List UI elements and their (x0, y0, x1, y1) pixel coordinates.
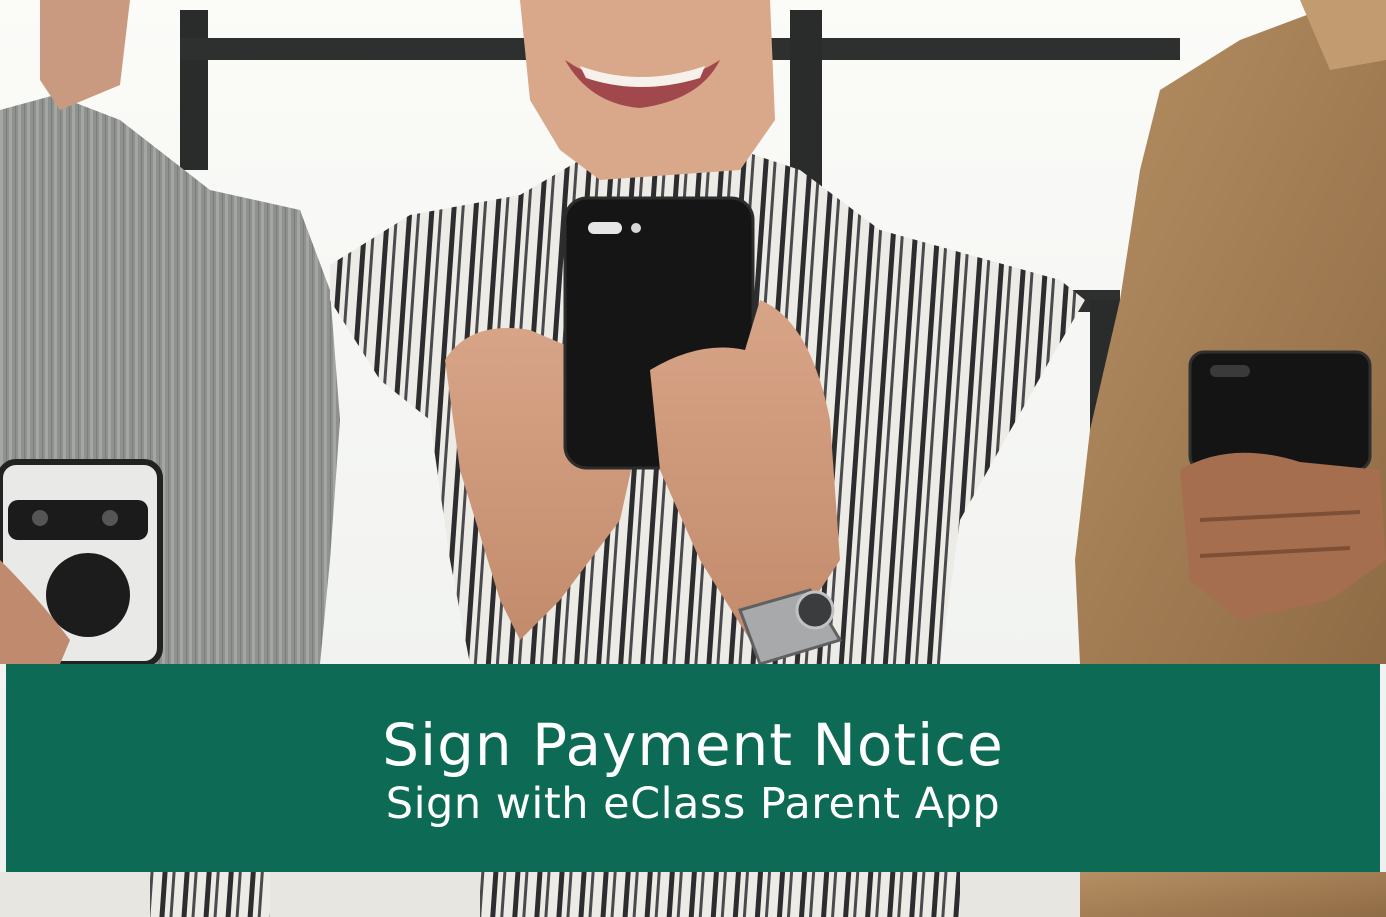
banner-subtitle: Sign with eClass Parent App (385, 779, 1001, 829)
banner-title: Sign Payment Notice (382, 711, 1004, 779)
title-banner: Sign Payment Notice Sign with eClass Par… (6, 664, 1380, 872)
promo-image: Sign Payment Notice Sign with eClass Par… (0, 0, 1386, 917)
